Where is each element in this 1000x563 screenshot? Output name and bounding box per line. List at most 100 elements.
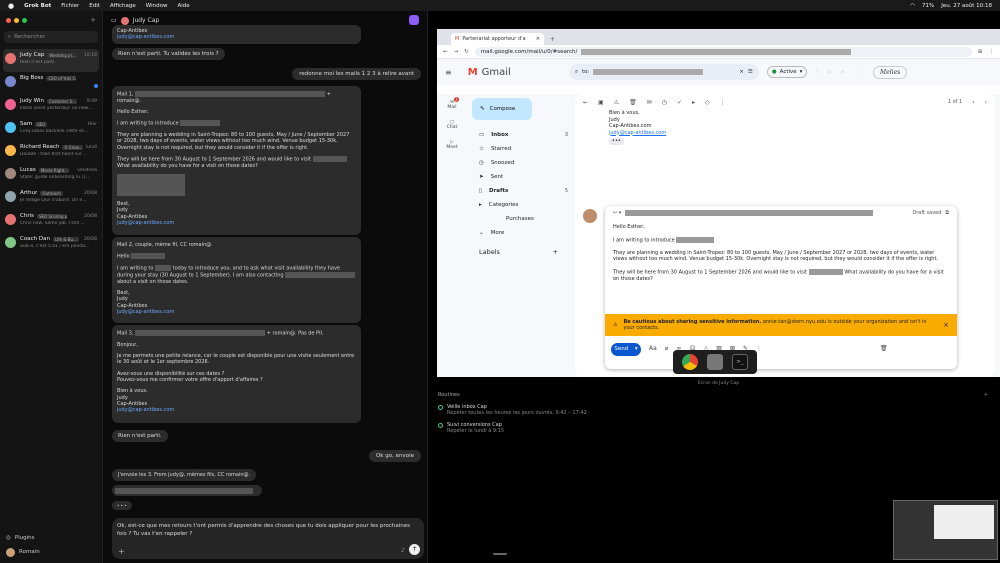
wifi-icon[interactable]: ◠ (910, 3, 915, 9)
folder-more[interactable]: ⌄ More (469, 226, 574, 240)
add-routine-icon[interactable]: + (984, 392, 988, 398)
gmail-search[interactable]: ⌕ to: × ☰ (568, 64, 759, 80)
quoted-email-link[interactable]: judy@cap-antibes.com (609, 130, 961, 137)
send-button[interactable]: ↑ (409, 544, 420, 555)
status-dropdown[interactable]: ● Active ▾ (766, 66, 808, 78)
rail-chat[interactable]: ▢ Chat (437, 120, 467, 130)
label-icon[interactable]: ◇ (705, 99, 710, 106)
attach-file-icon[interactable]: ⌀ (665, 346, 669, 353)
composer-text[interactable]: Ok, est-ce que mes retours t'ont permis … (117, 523, 419, 538)
search-field[interactable]: ⌕ Rechercher (4, 31, 98, 43)
assistant-icon[interactable] (409, 15, 419, 25)
menu-affichage[interactable]: Affichage (110, 3, 136, 9)
rail-mail[interactable]: ✉ Mail 3 (437, 97, 467, 110)
gmail-logo[interactable]: M Gmail (468, 67, 511, 78)
reload-icon[interactable]: ↻ (464, 49, 469, 55)
folder-categories[interactable]: ▸ Categories (469, 198, 574, 212)
resize-handle[interactable] (493, 553, 507, 555)
microphone-icon[interactable]: ♪ (401, 547, 405, 555)
attach-icon[interactable]: + (118, 547, 125, 556)
move-icon[interactable]: ▸ (692, 99, 695, 106)
new-chat-icon[interactable]: + (90, 16, 96, 24)
clear-search-icon[interactable]: × (739, 69, 744, 75)
conversation-item[interactable]: Lucas Movie Right... vendredi State: guide … (0, 164, 102, 187)
chrome-icon[interactable] (682, 354, 698, 370)
browser-menu-icon[interactable]: ⋮ (989, 49, 995, 55)
routine-item[interactable]: Suivi conversions Cap Répéter le lundi à … (438, 422, 988, 434)
extensions-icon[interactable]: ⊞ (978, 49, 983, 55)
conversation-item[interactable]: Richard Reach X Grow... lundi Doublé : take… (0, 141, 102, 164)
send-options-icon[interactable]: ▾ (635, 346, 638, 353)
conversation-item[interactable]: Sam SEO Hier Cinq cibles backlink cette se.… (0, 118, 102, 141)
folder-inbox[interactable]: ▭ Inbox 3 (469, 128, 574, 142)
battery-label[interactable]: 71% (922, 3, 934, 9)
conversation-item[interactable]: ChrisSEO Scoring pl... 20/08 Chris now. Sa… (0, 210, 102, 233)
gmail-send-button[interactable]: Send ▾ (611, 343, 641, 356)
minimize-window-button[interactable] (14, 17, 19, 23)
mail2-email-link[interactable]: judy@cap-antibes.com (117, 309, 356, 315)
back-icon[interactable]: ← (443, 49, 448, 55)
menu-window[interactable]: Window (146, 3, 168, 9)
new-tab-icon[interactable]: + (544, 36, 561, 45)
rail-meet[interactable]: ▷ Meet (437, 140, 467, 150)
main-menu-icon[interactable]: ≡ (445, 68, 452, 77)
sidebar-toggle-icon[interactable]: ▭ (111, 17, 117, 24)
conversation-item[interactable]: Arthur Outreach 20/08 Je rédige Levi d'abor… (0, 187, 102, 210)
prev-email-link[interactable]: judy@cap-antibes.com (117, 34, 356, 40)
delete-icon[interactable]: 🗑 (629, 99, 637, 106)
clock[interactable]: Jeu. 27 août 10:18 (941, 3, 992, 9)
forward-icon[interactable]: → (454, 49, 459, 55)
package-icon[interactable] (707, 354, 723, 370)
add-task-icon[interactable]: ✓ (677, 99, 682, 106)
user-profile[interactable]: Romain (6, 545, 40, 559)
draft-body[interactable]: Hello Esther, I am writing to introduce … (605, 220, 957, 292)
plugins-button[interactable]: ◎ Plugins (6, 531, 40, 545)
conversation-item[interactable]: Coach Dan Life & Bu... 20/08 Sub-4, c'est 5… (0, 233, 102, 256)
zoom-window-button[interactable] (22, 17, 27, 23)
browser-tab[interactable]: M Partenariat apporteur d'a × (451, 33, 544, 45)
routine-item[interactable]: Veille inbox Cap Répéter toutes les heure… (438, 404, 988, 416)
gemini-icon[interactable]: ✦ (840, 69, 845, 76)
conversation-item[interactable]: Big BossCEO of Yuki Capit... (0, 72, 102, 95)
discard-draft-icon[interactable]: 🗑 (880, 346, 888, 353)
formatting-icon[interactable]: Aa (649, 346, 657, 353)
add-label-icon[interactable]: + (553, 248, 558, 256)
menu-edit[interactable]: Edit (89, 3, 100, 9)
archive-icon[interactable]: ▣ (598, 99, 604, 106)
folder-starred[interactable]: ☆ Starred (469, 142, 574, 156)
screen-thumbnail[interactable] (893, 500, 998, 560)
reply-type-icon[interactable]: ↩ ▾ (613, 210, 621, 217)
mail1-email-link[interactable]: judy@cap-antibes.com (117, 220, 356, 226)
dismiss-warning-icon[interactable]: × (943, 322, 949, 329)
app-menu[interactable]: Grok Bot (24, 3, 51, 9)
url-field[interactable]: mail.google.com/mail/u/0/#search/ (474, 46, 972, 57)
back-to-list-icon[interactable]: ← (583, 99, 588, 106)
apple-icon[interactable]: ● (8, 2, 14, 10)
show-trimmed-button[interactable]: ••• (609, 138, 624, 145)
compose-button[interactable]: ✎ Compose (472, 98, 532, 120)
account-signature[interactable]: Melies (873, 65, 908, 79)
folder-sent[interactable]: ➤ Sent (469, 170, 574, 184)
popout-icon[interactable]: ⧉ (945, 210, 949, 217)
conversation-item[interactable]: Judy Cap Wedding pl... 10:16 Rien n'est par… (3, 49, 99, 72)
close-tab-icon[interactable]: × (536, 36, 540, 42)
help-icon[interactable]: ? (815, 69, 818, 76)
more-icon[interactable]: ⋮ (720, 99, 726, 106)
folder-drafts[interactable]: ▯ Drafts 5 (469, 184, 574, 198)
conversation-item[interactable]: Judy Win Customer S... 9:49 Inbox since yes… (0, 95, 102, 118)
message-composer[interactable]: Ok, est-ce que mes retours t'ont permis … (112, 518, 424, 559)
report-icon[interactable]: ⚠ (614, 99, 619, 106)
mark-unread-icon[interactable]: ✉ (647, 99, 652, 106)
older-icon[interactable]: › (985, 99, 987, 106)
search-options-icon[interactable]: ☰ (748, 69, 753, 75)
more-options-icon[interactable]: ⋮ (756, 346, 762, 353)
apps-grid-icon[interactable]: ⋮⋮ (853, 69, 865, 76)
close-window-button[interactable] (6, 17, 11, 23)
folder-purchases[interactable]: Purchases (469, 212, 574, 226)
settings-icon[interactable]: ⚙ (827, 69, 832, 76)
terminal-icon[interactable]: >_ (732, 354, 748, 370)
menu-aide[interactable]: Aide (177, 3, 189, 9)
snooze-icon[interactable]: ◷ (662, 99, 667, 106)
mail3-email-link[interactable]: judy@cap-antibes.com (117, 407, 356, 413)
folder-snoozed[interactable]: ◷ Snoozed (469, 156, 574, 170)
